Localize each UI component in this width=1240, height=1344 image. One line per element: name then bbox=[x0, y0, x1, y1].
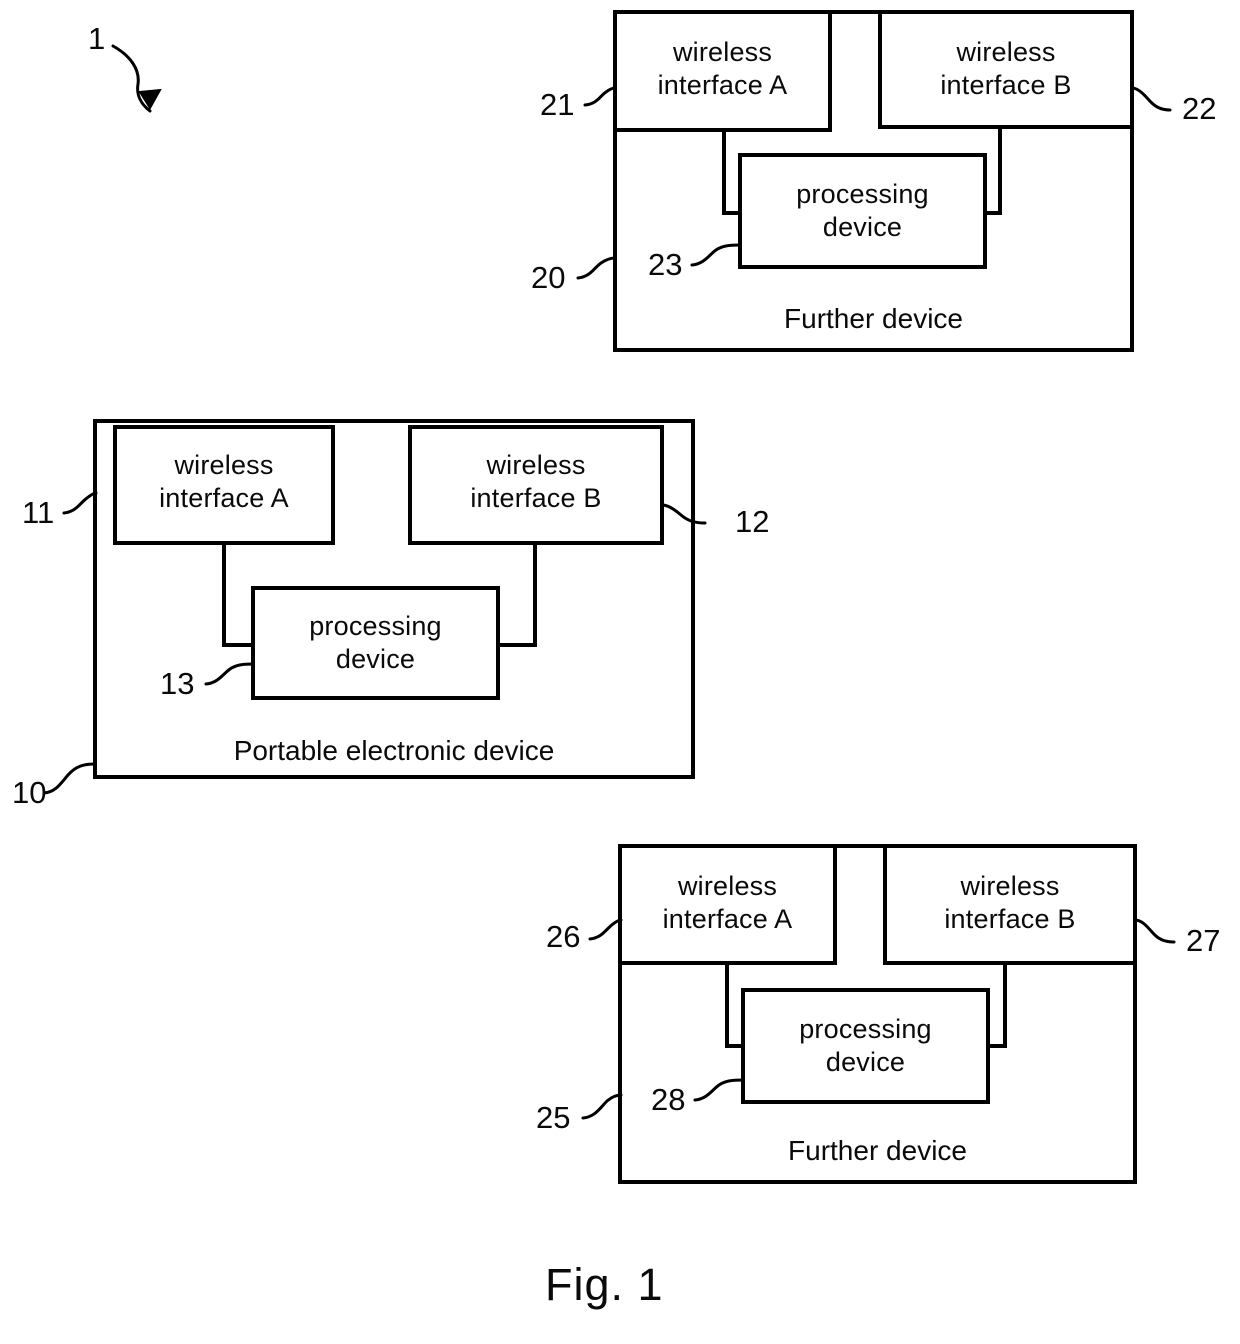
ref-numeral-27: 27 bbox=[1186, 923, 1221, 958]
connector-top-b-to-processing bbox=[983, 125, 1002, 215]
leader-12 bbox=[660, 503, 707, 525]
ref-numeral-26: 26 bbox=[546, 919, 581, 954]
further-device-top-processing-label: processing device bbox=[796, 179, 929, 242]
patent-figure-1: 1 wireless interface A wireless interfac… bbox=[0, 0, 1240, 1344]
ref-numeral-figure: 1 bbox=[88, 21, 106, 56]
ref-numeral-28: 28 bbox=[651, 1082, 686, 1117]
ref-numeral-25: 25 bbox=[536, 1100, 571, 1135]
leader-figure-1 bbox=[111, 44, 152, 113]
further-device-top-interface-b-label: wireless interface B bbox=[940, 37, 1072, 100]
ref-numeral-22: 22 bbox=[1182, 91, 1217, 126]
further-device-bottom-processing-label: processing device bbox=[799, 1014, 932, 1077]
further-device-bottom-interface-b-label: wireless interface B bbox=[944, 871, 1076, 934]
connector-bot-b-to-processing bbox=[986, 961, 1007, 1048]
portable-device-interface-a-label: wireless interface A bbox=[159, 450, 289, 513]
leader-20 bbox=[576, 256, 617, 280]
ref-numeral-11: 11 bbox=[22, 495, 55, 530]
leader-13 bbox=[204, 662, 255, 686]
leader-21 bbox=[583, 86, 617, 107]
leader-26 bbox=[588, 918, 623, 941]
leader-27 bbox=[1133, 918, 1176, 944]
figure-caption: Fig. 1 bbox=[545, 1259, 664, 1310]
connector-top-a-to-processing bbox=[722, 128, 742, 215]
ref-numeral-13: 13 bbox=[160, 666, 195, 701]
leader-25 bbox=[581, 1093, 623, 1120]
connector-mid-a-to-processing bbox=[222, 541, 255, 647]
leader-28 bbox=[693, 1078, 745, 1102]
ref-numeral-10: 10 bbox=[12, 775, 47, 810]
ref-numeral-21: 21 bbox=[540, 87, 575, 122]
further-device-bottom-interface-a-label: wireless interface A bbox=[662, 871, 793, 934]
ref-numeral-23: 23 bbox=[648, 247, 683, 282]
further-device-bottom-caption: Further device bbox=[788, 1135, 967, 1166]
portable-device-processing-label: processing device bbox=[309, 611, 442, 674]
portable-device-caption: Portable electronic device bbox=[233, 735, 555, 766]
ref-numeral-12: 12 bbox=[735, 504, 770, 539]
connector-mid-b-to-processing bbox=[496, 541, 537, 647]
leader-22 bbox=[1130, 86, 1172, 112]
leader-10 bbox=[42, 762, 97, 795]
connector-bot-a-to-processing bbox=[725, 961, 745, 1048]
further-device-top-caption: Further device bbox=[784, 303, 963, 334]
leader-11 bbox=[62, 491, 98, 515]
leader-23 bbox=[690, 243, 742, 267]
further-device-top-interface-a-label: wireless interface A bbox=[657, 37, 788, 100]
ref-numeral-20: 20 bbox=[531, 260, 566, 295]
portable-device-interface-b-label: wireless interface B bbox=[470, 450, 602, 513]
